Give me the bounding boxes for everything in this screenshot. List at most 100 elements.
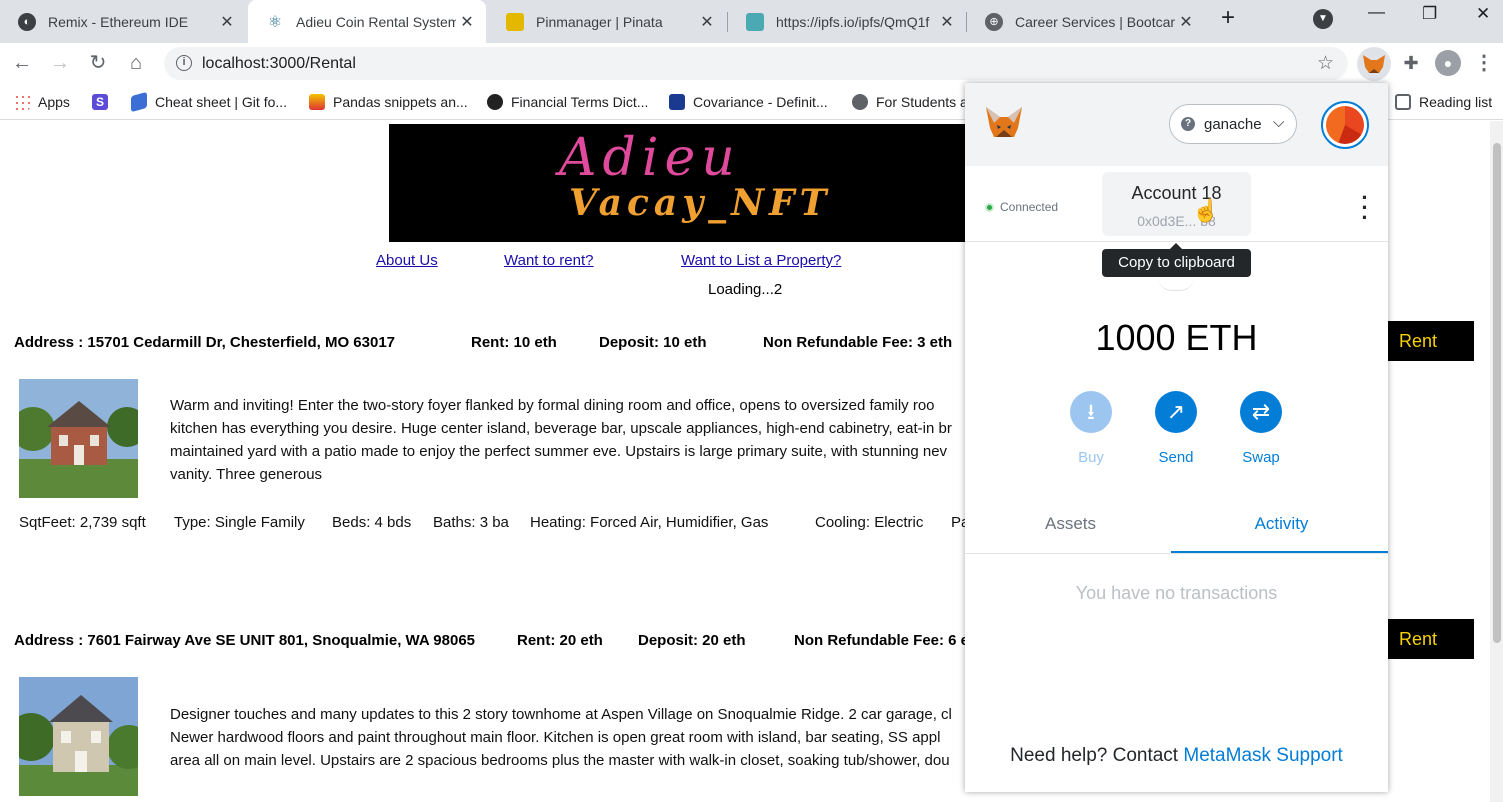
reading-list[interactable]: Reading list [1395,93,1492,111]
network-name: ganache [1204,116,1262,133]
nav-want-to-rent[interactable]: Want to rent? [504,252,594,269]
banner-title: Adieu [559,128,741,188]
account-selector[interactable]: Account 18 0x0d3E... b8 [1102,172,1251,236]
close-icon[interactable]: ✕ [216,12,238,32]
swap-button[interactable]: ⇄ Swap [1231,391,1291,466]
eth-balance: 1000 ETH [1095,317,1258,358]
tab-title: Remix - Ethereum IDE [48,13,189,30]
network-selector[interactable]: ? ganache ⌵ [1169,104,1297,144]
metamask-header: ? ganache ⌵ [965,83,1388,166]
network-help-icon: ? [1181,117,1195,131]
s-bookmark-icon: S [92,94,108,110]
tab-ipfs[interactable]: https://ipfs.io/ipfs/QmQ1f ✕ [728,0,966,43]
property-fee: Non Refundable Fee: 6 e [794,632,970,649]
close-icon[interactable]: ✕ [456,12,478,32]
globe-icon: ⊕ [985,12,1003,31]
metamask-support-link[interactable]: MetaMask Support [1183,745,1342,766]
cheat-sheet-icon [131,91,147,113]
loading-status: Loading...2 [708,281,783,298]
tab-career-services[interactable]: ⊕ Career Services | Bootcamp ✕ [967,0,1205,43]
nav-list-property[interactable]: Want to List a Property? [681,252,841,269]
bookmark-star-icon[interactable]: ☆ [1317,52,1334,75]
help-footer: Need help? Contact MetaMask Support [965,745,1388,767]
metamask-extension-icon[interactable] [1357,47,1391,81]
account-options-icon[interactable]: · · · [1355,187,1375,229]
back-arrow-icon[interactable]: ← [9,51,35,77]
minimize-icon[interactable]: — [1368,2,1385,22]
property-rent: Rent: 20 eth [517,632,603,649]
bookmark-label: For Students a [876,94,968,110]
bookmark-covariance[interactable]: Covariance - Definit... [669,93,828,111]
property-fee: Non Refundable Fee: 3 eth [763,334,953,351]
property-description: Warm and inviting! Enter the two-story f… [170,394,970,486]
window-close-icon[interactable]: ✕ [1476,4,1490,24]
bookmark-label: Covariance - Definit... [693,94,828,110]
bookmark-label: Pandas snippets an... [333,94,468,110]
extensions-puzzle-icon[interactable]: ✚ [1398,51,1424,77]
property-deposit: Deposit: 10 eth [599,334,707,351]
copy-tooltip: Copy to clipboard [1102,243,1251,277]
home-icon[interactable]: ⌂ [123,51,149,77]
bookmark-for-students[interactable]: For Students a [852,93,968,111]
fact-type: Type: Single Family [174,514,305,531]
banner-subtitle: Vacay_NFT [569,182,832,224]
bookmark-apps[interactable]: Apps [14,93,70,111]
bookmark-label: Reading list [1419,94,1493,110]
swap-icon: ⇄ [1240,391,1282,433]
tab-activity[interactable]: Activity [1176,514,1387,534]
property-address: Address : 7601 Fairway Ave SE UNIT 801, … [14,632,476,649]
tab-title: Career Services | Bootcamp [1015,13,1175,30]
reload-icon[interactable]: ↻ [85,51,111,77]
covariance-icon [669,94,685,110]
reading-list-icon [1395,94,1411,110]
apps-grid-icon [14,94,30,110]
fact-beds: Beds: 4 bds [332,514,412,531]
bookmark-pandas[interactable]: Pandas snippets an... [309,93,468,111]
restore-icon[interactable]: ❐ [1422,4,1437,24]
bookmark-cheat-sheet[interactable]: Cheat sheet | Git fo... [131,91,288,113]
token-icon [1158,277,1194,291]
new-tab-plus-icon[interactable]: + [1221,4,1235,32]
send-button[interactable]: ↗ Send [1146,391,1206,466]
bookmark-s[interactable]: S [92,93,116,111]
profile-avatar-icon[interactable]: ● [1435,50,1461,76]
account-address[interactable]: 0x0d3E... b8 [1102,213,1251,229]
account-avatar[interactable] [1321,101,1369,149]
tab-title: Pinmanager | Pinata [536,13,663,30]
swap-label: Swap [1242,449,1280,466]
fact-sqft: SqtFeet: 2,739 sqft [19,514,146,531]
connection-status[interactable]: Connected [985,200,1058,214]
description-line: area all on main level. Upstairs are 2 s… [170,752,950,769]
tab-adieu-rental[interactable]: ⚛ Adieu Coin Rental Systems ✕ [248,0,486,43]
buy-label: Buy [1078,449,1104,466]
site-info-icon[interactable]: i [176,55,192,71]
close-icon[interactable]: ✕ [936,12,958,32]
scrollbar-thumb[interactable] [1493,143,1501,643]
property-photo [19,379,138,498]
rent-button[interactable]: Rent [1388,321,1474,361]
bookmark-financial-terms[interactable]: Financial Terms Dict... [487,93,648,111]
help-text: Need help? Contact [1010,745,1179,766]
forward-arrow-icon[interactable]: → [47,51,73,77]
description-line: kitchen has everything you desire. Huge … [170,420,952,437]
connection-label: Connected [1000,200,1059,214]
browser-menu-icon[interactable]: ⋮ [1471,51,1497,77]
bookmark-label: Cheat sheet | Git fo... [155,94,288,110]
rent-button[interactable]: Rent [1388,619,1474,659]
tab-assets[interactable]: Assets [965,514,1176,534]
property-address: Address : 15701 Cedarmill Dr, Chesterfie… [14,334,395,351]
url-text[interactable]: localhost:3000/Rental [202,55,356,73]
close-icon[interactable]: ✕ [696,12,718,32]
tab-search-chevron-icon[interactable]: ▼ [1313,9,1333,29]
page-scrollbar[interactable] [1490,121,1503,802]
account-bar: Connected Account 18 0x0d3E... b8 · · · [965,166,1388,242]
pandas-icon [309,94,325,110]
address-bar[interactable]: i localhost:3000/Rental ☆ [164,47,1348,80]
close-icon[interactable]: ✕ [1175,12,1197,32]
tab-remix[interactable]: ◐ Remix - Ethereum IDE ✕ [0,0,246,43]
arrow-up-right-icon: ↗ [1155,391,1197,433]
buy-button[interactable]: ⭳ Buy [1061,391,1121,466]
property-deposit: Deposit: 20 eth [638,632,746,649]
tab-pinata[interactable]: Pinmanager | Pinata ✕ [488,0,726,43]
nav-about-us[interactable]: About Us [376,252,438,269]
